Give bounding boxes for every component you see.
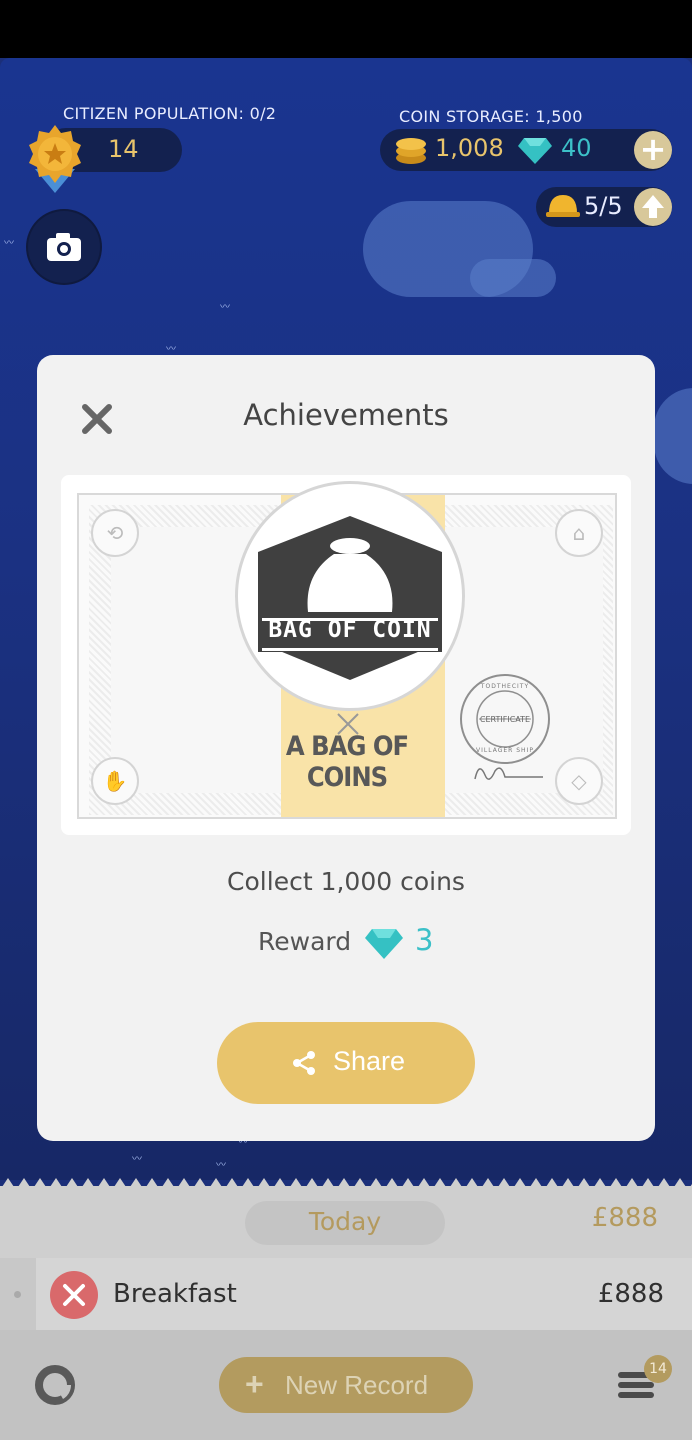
stamp-top-text: TODTHECITY (480, 683, 530, 690)
share-icon (293, 1051, 315, 1075)
medal-text: BAG OF COIN (268, 617, 432, 643)
level-value: 14 (108, 135, 139, 163)
reward-label: Reward (258, 927, 352, 956)
bird: 〰 (166, 344, 176, 355)
record-label: Breakfast (113, 1279, 237, 1309)
upgrade-arrow-icon[interactable] (634, 188, 672, 226)
bird: 〰 (220, 302, 230, 313)
camera-button[interactable] (28, 211, 100, 283)
gem-icon (518, 138, 552, 164)
fork-knife-icon (50, 1271, 98, 1319)
building-icon: ⌂ (555, 509, 603, 557)
plus-icon: + (245, 1366, 264, 1402)
coin-bag-icon (258, 516, 442, 680)
diamond-icon: ◇ (555, 757, 603, 805)
achievement-description: Collect 1,000 coins (227, 867, 465, 896)
helmet-icon (546, 195, 580, 217)
population-label: CITIZEN POPULATION: 0/2 (63, 104, 277, 123)
list-item[interactable] (0, 1258, 692, 1330)
stamp-mid-text: CERTIFICATE (479, 715, 531, 724)
plus-icon[interactable]: + (634, 131, 672, 169)
storage-label: COIN STORAGE: 1,500 (399, 107, 583, 126)
row-handle (0, 1258, 36, 1330)
share-button[interactable]: Share (217, 1022, 475, 1104)
hand-icon: ✋ (91, 757, 139, 805)
bird: 〰 (4, 238, 14, 249)
menu-badge: 14 (644, 1355, 672, 1383)
share-label: Share (333, 1046, 406, 1076)
certificate: ⟲ ⌂ ✋ ◇ BAG OF COIN A BAG OF COINS TODTH… (77, 481, 617, 819)
signature (474, 767, 543, 780)
day-total: £888 (591, 1203, 658, 1233)
camera-icon (47, 233, 81, 261)
reward-value: 3 (415, 923, 434, 957)
reward-row: Reward 3 (37, 923, 655, 965)
status-bar (0, 0, 692, 58)
gem-icon (365, 929, 403, 959)
stamp-bottom-text: VILLAGER SHIP (476, 747, 534, 754)
certificate-card: ⟲ ⌂ ✋ ◇ BAG OF COIN A BAG OF COINS TODTH… (61, 475, 631, 835)
coin-icon (396, 138, 426, 164)
gem-count: 40 (561, 134, 592, 162)
cloud (470, 259, 556, 297)
record-amount: £888 (597, 1279, 664, 1309)
coin-swap-icon: ⟲ (91, 509, 139, 557)
coin-count: 1,008 (435, 134, 504, 162)
builder-count: 5/5 (584, 192, 623, 220)
new-record-label: New Record (285, 1370, 429, 1400)
certificate-name: A BAG OF COINS (285, 731, 409, 793)
modal-title: Achievements (243, 398, 449, 432)
bird: 〰 (132, 1154, 142, 1165)
achievement-modal: Achievements ⟲ ⌂ ✋ ◇ BAG OF COIN A BAG O… (37, 355, 655, 1141)
achievement-medal: BAG OF COIN (235, 481, 465, 711)
star-badge-icon[interactable] (27, 123, 83, 193)
pie-chart-icon[interactable] (34, 1364, 76, 1406)
date-label: Today (308, 1207, 382, 1236)
new-record-button[interactable]: + New Record (219, 1357, 473, 1413)
bird: 〰 (216, 1160, 226, 1171)
